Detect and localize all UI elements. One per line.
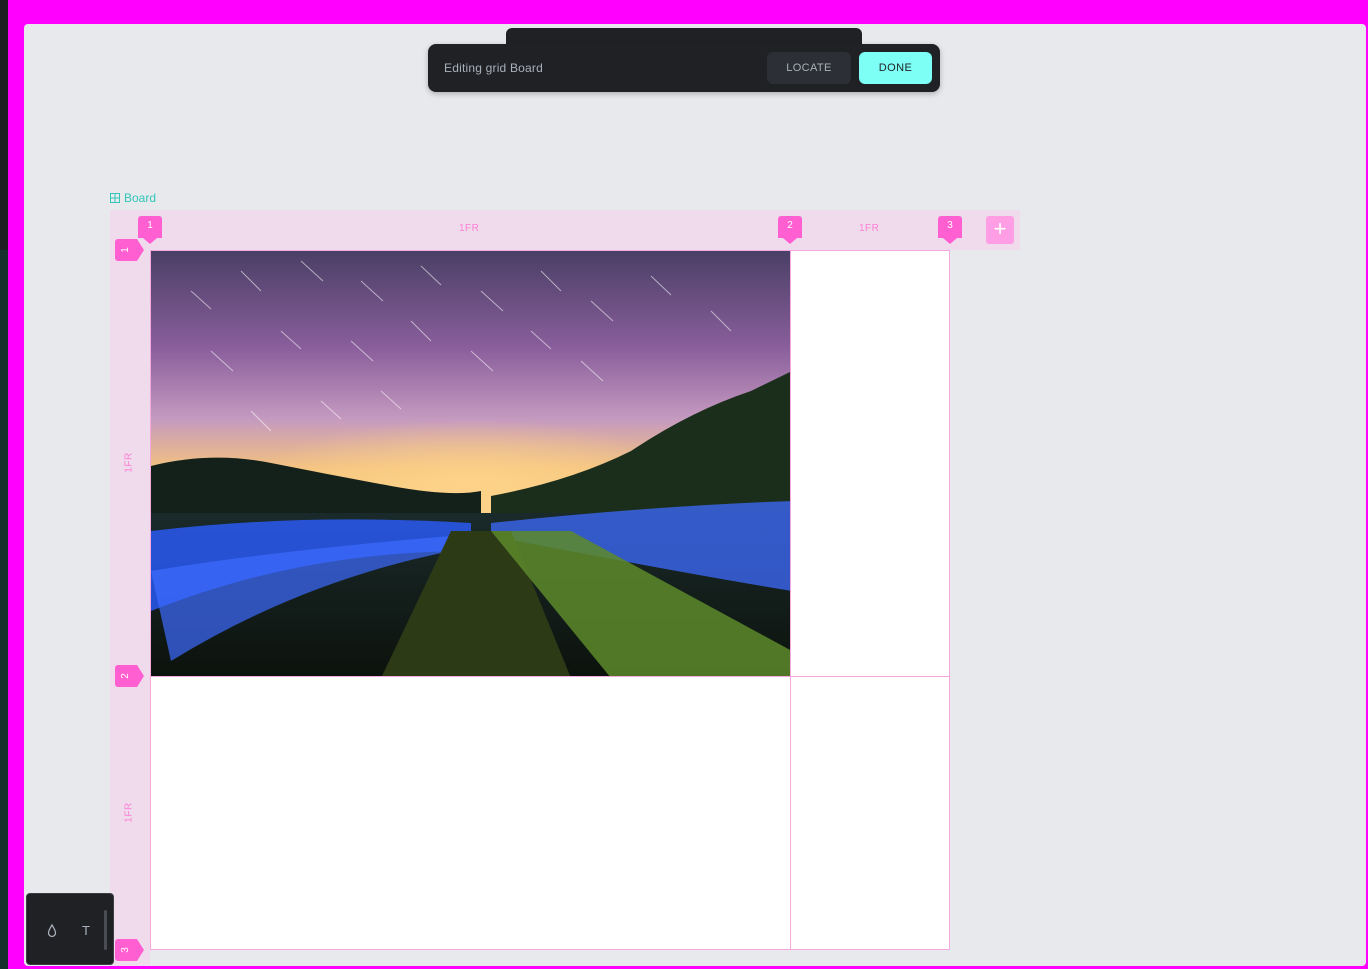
add-column-button[interactable]: + — [986, 216, 1014, 244]
column-line-marker-3[interactable]: 3 — [938, 216, 962, 244]
grid-editing-toolbar: Editing grid Board LOCATE DONE — [428, 44, 940, 92]
row-ruler — [110, 250, 150, 966]
text-tool-icon[interactable]: T — [77, 922, 95, 940]
row-1-size[interactable]: 1FR — [124, 452, 135, 472]
board-name: Board — [124, 191, 157, 205]
toolbar-title: Editing grid Board — [444, 61, 543, 75]
left-edge-strip — [0, 0, 8, 969]
column-line-marker-1[interactable]: 1 — [138, 216, 162, 244]
row-2-size[interactable]: 1FR — [124, 802, 135, 822]
grid-cell-photo[interactable] — [150, 250, 791, 677]
grid-board[interactable] — [150, 250, 950, 950]
grid-icon — [110, 193, 120, 203]
drop-icon[interactable] — [43, 922, 61, 940]
left-edge-segment — [0, 250, 8, 969]
landscape-photo — [151, 251, 790, 676]
row-line-marker-3[interactable]: 3 — [115, 939, 144, 961]
column-1-size[interactable]: 1FR — [459, 223, 479, 234]
row-line-marker-2-label: 2 — [120, 673, 131, 679]
grid-cell[interactable] — [790, 250, 950, 677]
column-ruler — [110, 210, 1020, 250]
left-edge-highlight — [8, 0, 24, 969]
board-label[interactable]: Board — [110, 190, 156, 206]
row-line-marker-1-label: 1 — [120, 247, 131, 253]
column-2-size[interactable]: 1FR — [859, 223, 879, 234]
done-button[interactable]: DONE — [859, 52, 932, 84]
locate-button[interactable]: LOCATE — [767, 52, 851, 84]
row-line-marker-2[interactable]: 2 — [115, 665, 144, 687]
tool-panel-scrollbar[interactable] — [104, 910, 107, 950]
grid-cell[interactable] — [790, 676, 950, 950]
row-line-marker-3-label: 3 — [120, 947, 131, 953]
column-line-marker-2[interactable]: 2 — [778, 216, 802, 244]
row-line-marker-1[interactable]: 1 — [115, 239, 144, 261]
left-edge-segment — [0, 0, 8, 250]
grid-cell[interactable] — [150, 676, 791, 950]
tool-panel: T — [26, 893, 114, 965]
